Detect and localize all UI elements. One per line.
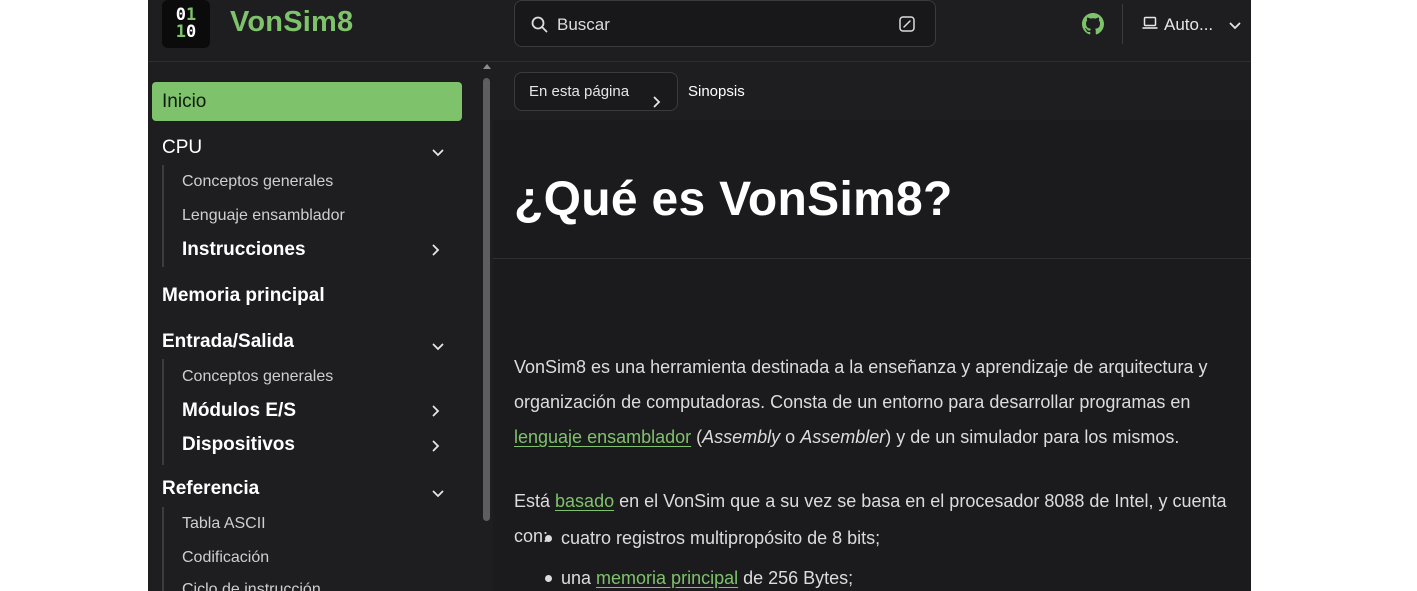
sidebar-item-cpu-conceptos[interactable]: Conceptos generales	[182, 173, 333, 191]
intro-paragraph: VonSim8 es una herramienta destinada a l…	[514, 350, 1251, 455]
sidebar-item-ascii[interactable]: Tabla ASCII	[182, 515, 266, 533]
sidebar-item-memoria[interactable]: Memoria principal	[162, 285, 325, 307]
nav-rail	[162, 359, 164, 465]
sidebar-item-inicio[interactable]: Inicio	[152, 82, 462, 121]
chevron-right-icon[interactable]	[432, 439, 440, 457]
toc-toggle-button[interactable]: En esta página	[514, 72, 678, 111]
chevron-right-icon[interactable]	[432, 404, 440, 422]
theme-select[interactable]: Auto...	[1142, 13, 1241, 37]
list-item: cuatro registros multipropósito de 8 bit…	[543, 520, 880, 560]
app-window: 01 10 VonSim8 Buscar Auto... Inicio CPU …	[148, 0, 1251, 591]
link-lenguaje-ensamblador[interactable]: lenguaje ensamblador	[514, 427, 691, 447]
paragraph-line: VonSim8 es una herramienta destinada a l…	[514, 357, 1208, 377]
header-divider	[1122, 4, 1123, 44]
chevron-down-icon	[1229, 15, 1241, 35]
laptop-icon	[1142, 15, 1158, 35]
paragraph-line: Está basado en el VonSim que a su vez se…	[514, 491, 1227, 511]
title-divider	[493, 258, 1251, 259]
chevron-down-icon[interactable]	[432, 338, 444, 356]
toc-bar: En esta página Sinopsis	[493, 62, 1251, 120]
sidebar-item-ciclo[interactable]: Ciclo de instrucción	[182, 581, 321, 591]
main-content: En esta página Sinopsis ¿Qué es VonSim8?…	[493, 62, 1251, 591]
scroll-up-arrow[interactable]	[483, 64, 491, 69]
paragraph-line: organización de computadoras. Consta de …	[514, 392, 1191, 412]
chevron-right-icon[interactable]	[432, 243, 440, 261]
search-button[interactable]: Buscar	[514, 0, 936, 47]
search-label: Buscar	[557, 15, 610, 34]
nav-rail	[162, 507, 164, 591]
keyboard-shortcut-icon	[899, 16, 915, 37]
toc-current-section: Sinopsis	[688, 83, 745, 100]
list-item: una memoria principal de 256 Bytes;	[543, 560, 880, 591]
site-title[interactable]: VonSim8	[230, 6, 353, 39]
sidebar-item-dispositivos[interactable]: Dispositivos	[182, 434, 295, 456]
link-memoria-principal[interactable]: memoria principal	[596, 568, 738, 588]
sidebar-item-lenguaje[interactable]: Lenguaje ensamblador	[182, 207, 345, 225]
page-title: ¿Qué es VonSim8?	[514, 173, 953, 226]
toc-button-label: En esta página	[529, 83, 630, 100]
sidebar-section-referencia[interactable]: Referencia	[162, 478, 259, 500]
sidebar-section-cpu[interactable]: CPU	[162, 137, 202, 159]
link-basado[interactable]: basado	[555, 491, 614, 511]
paragraph-line: lenguaje ensamblador (Assembly o Assembl…	[514, 427, 1180, 447]
sidebar-nav: Inicio CPU Conceptos generales Lenguaje …	[148, 62, 493, 591]
chevron-down-icon[interactable]	[432, 144, 444, 162]
chevron-down-icon[interactable]	[432, 485, 444, 503]
top-header: 01 10 VonSim8 Buscar Auto...	[148, 0, 1251, 62]
article: ¿Qué es VonSim8? VonSim8 es una herramie…	[493, 120, 1251, 591]
chevron-right-icon	[653, 85, 661, 122]
search-icon	[531, 16, 548, 38]
site-logo[interactable]: 01 10	[162, 0, 210, 48]
theme-select-label: Auto...	[1164, 15, 1214, 34]
sidebar-item-instrucciones[interactable]: Instrucciones	[182, 239, 306, 261]
feature-list: cuatro registros multipropósito de 8 bit…	[543, 520, 880, 591]
sidebar-scrollbar-thumb[interactable]	[483, 78, 490, 521]
sidebar-item-modulos[interactable]: Módulos E/S	[182, 400, 296, 422]
sidebar-section-es[interactable]: Entrada/Salida	[162, 331, 294, 353]
github-icon[interactable]	[1082, 13, 1104, 40]
sidebar-item-codificacion[interactable]: Codificación	[182, 549, 269, 567]
nav-rail	[162, 165, 164, 267]
sidebar-item-es-conceptos[interactable]: Conceptos generales	[182, 368, 333, 386]
